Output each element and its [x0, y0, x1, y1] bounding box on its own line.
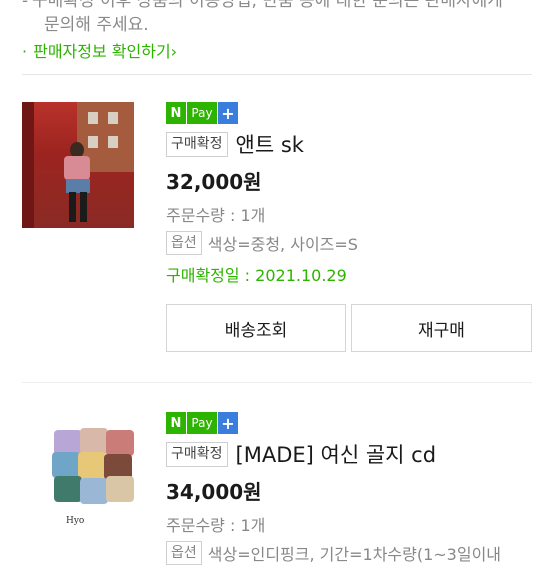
- plus-icon: +: [218, 412, 238, 434]
- brand-logo: Hyo: [66, 516, 85, 526]
- option-badge: 옵션: [166, 541, 202, 565]
- option-value: 색상=중청, 사이즈=S: [207, 235, 358, 254]
- product-price: 34,000원: [166, 480, 262, 504]
- status-badge: 구매확정: [166, 441, 228, 467]
- product-name[interactable]: [MADE] 여신 골지 cd: [236, 439, 437, 469]
- plus-icon: +: [218, 102, 238, 124]
- order-actions: 배송조회 재구매: [166, 304, 532, 354]
- naver-n-icon: N: [166, 102, 186, 124]
- order-quantity: 주문수량 : 1개: [166, 206, 266, 225]
- notice-line-2: 문의해 주세요.: [44, 15, 149, 35]
- confirm-date: 구매확정일 : 2021.10.29: [166, 266, 347, 285]
- naver-n-icon: N: [166, 412, 186, 434]
- pay-label: Pay: [186, 102, 217, 124]
- chevron-right-icon: ›: [170, 42, 178, 61]
- section-divider: [22, 74, 532, 75]
- npay-badge: N Pay +: [166, 412, 238, 434]
- track-delivery-button[interactable]: 배송조회: [166, 304, 346, 352]
- order-divider: [22, 382, 532, 383]
- seller-link-label: 판매자정보 확인하기: [33, 42, 171, 61]
- npay-badge: N Pay +: [166, 102, 238, 124]
- seller-info-link[interactable]: · 판매자정보 확인하기›: [22, 38, 177, 62]
- product-price: 32,000원: [166, 170, 262, 194]
- notice-line-1: 구매확정 이후 상품의 이용방법, 반품 등에 대한 문의는 판매자에게: [32, 0, 503, 11]
- model-figure: [60, 142, 94, 224]
- pay-label: Pay: [186, 412, 217, 434]
- status-badge: 구매확정: [166, 131, 228, 157]
- seller-link-bullet: ·: [22, 42, 28, 61]
- product-title-row: 구매확정 앤트 sk: [166, 129, 304, 159]
- option-value: 색상=인디핑크, 기간=1차수량(1~3일이내: [207, 545, 502, 564]
- product-name[interactable]: 앤트 sk: [236, 129, 304, 159]
- product-thumbnail[interactable]: Hyo: [22, 412, 134, 538]
- option-row: 옵션 색상=중청, 사이즈=S: [166, 231, 358, 255]
- rebuy-button[interactable]: 재구매: [351, 304, 532, 352]
- notice-bullet: -: [22, 0, 29, 11]
- order-quantity: 주문수량 : 1개: [166, 516, 266, 535]
- product-title-row: 구매확정 [MADE] 여신 골지 cd: [166, 439, 436, 469]
- option-badge: 옵션: [166, 231, 202, 255]
- option-row: 옵션 색상=인디핑크, 기간=1차수량(1~3일이내: [166, 541, 501, 565]
- product-thumbnail[interactable]: [22, 102, 134, 228]
